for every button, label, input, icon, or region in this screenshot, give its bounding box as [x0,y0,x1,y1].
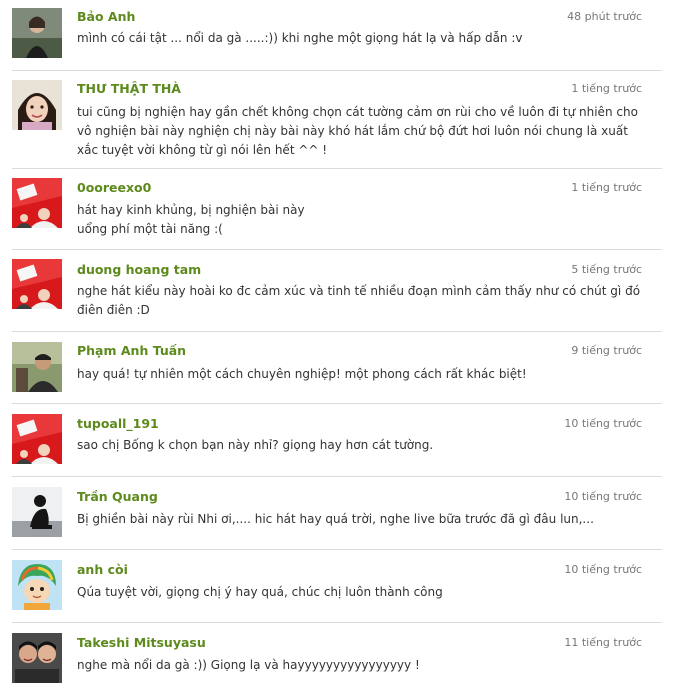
comment-divider [12,249,662,250]
photo-girl-icon[interactable] [12,8,62,58]
comment-author[interactable]: THƯ THẬT THÀ [77,81,181,96]
comment-text: hay quá! tự nhiên một cách chuyên nghiệp… [77,367,527,381]
comment-text: sao chị Bống k chọn bạn này nhỉ? giọng h… [77,438,434,452]
comment-text: nghe hát kiểu này hoài ko đc cảm xúc và … [77,284,641,317]
comment-time: 1 tiếng trước [571,181,642,194]
comment-divider [12,70,662,71]
cartoon-boy-icon[interactable] [12,560,62,610]
comment-text: nghe mà nổi da gà :)) Giọng lạ và hayyyy… [77,658,420,672]
comment-time: 9 tiếng trước [571,344,642,357]
photo-two-people-icon[interactable] [12,633,62,683]
comment-time: 10 tiếng trước [564,417,642,430]
comment-divider [12,331,662,332]
comment-author[interactable]: duong hoang tam [77,262,201,277]
comment-text: tui cũng bị nghiện hay gần chết không ch… [77,105,638,157]
comment-text: Qúa tuyệt vời, giọng chị ý hay quá, chúc… [77,585,443,599]
comment-author[interactable]: Phạm Anh Tuấn [77,343,186,358]
default-red-avatar-icon[interactable] [12,414,62,464]
comment-author[interactable]: Takeshi Mitsuyasu [77,635,206,650]
comment-divider [12,549,662,550]
photo-girl-icon[interactable] [12,80,62,130]
comment-divider [12,476,662,477]
comment-time: 10 tiếng trước [564,563,642,576]
comment-author[interactable]: 0ooreexo0 [77,180,151,195]
default-red-avatar-icon[interactable] [12,259,62,309]
photo-silhouette-icon[interactable] [12,487,62,537]
comment-author[interactable]: anh còi [77,562,128,577]
comment-time: 11 tiếng trước [564,636,642,649]
comment-author[interactable]: Bảo Anh [77,9,135,24]
comment-text: mình có cái tật ... nổi da gà .....:)) k… [77,31,523,45]
photo-man-icon[interactable] [12,342,62,392]
comment-divider [12,168,662,169]
comment-text: hát hay kinh khủng, bị nghiện bài này uổ… [77,203,305,236]
comment-divider [12,403,662,404]
comment-time: 48 phút trước [567,10,642,23]
comment-divider [12,622,662,623]
default-red-avatar-icon[interactable] [12,178,62,228]
comment-author[interactable]: tupoall_191 [77,416,159,431]
comment-time: 1 tiếng trước [571,82,642,95]
comment-time: 10 tiếng trước [564,490,642,503]
comment-author[interactable]: Trần Quang [77,489,158,504]
comment-time: 5 tiếng trước [571,263,642,276]
comment-text: Bị ghiền bài này rùi Nhi ơi,.... hic hát… [77,512,594,526]
